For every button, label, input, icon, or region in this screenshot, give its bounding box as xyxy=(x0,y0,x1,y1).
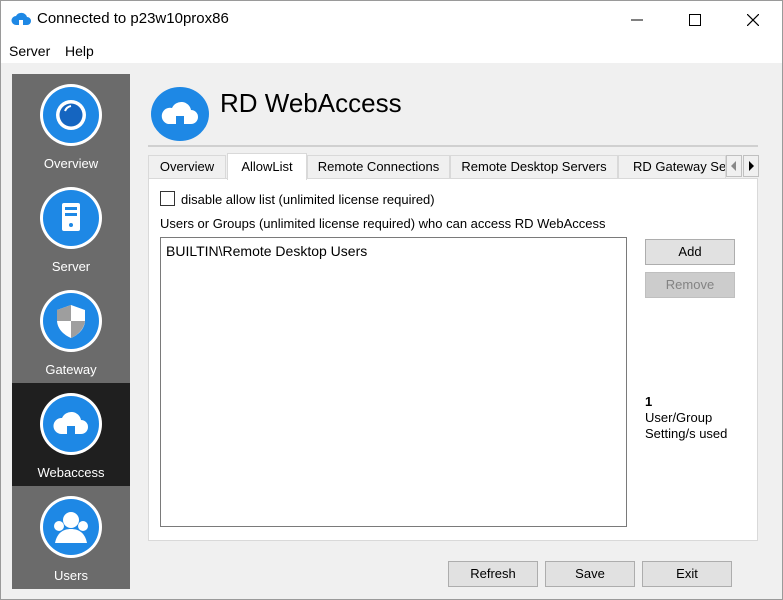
sidebar-icon-frame xyxy=(40,290,102,352)
sidebar-icon-bg xyxy=(43,293,99,349)
add-button[interactable]: Add xyxy=(645,239,735,265)
sidebar-icon-frame xyxy=(40,393,102,455)
cloud-icon xyxy=(151,87,209,141)
cloud-icon xyxy=(11,12,31,25)
chevron-right-icon xyxy=(749,161,754,171)
title-bar[interactable]: Connected to p23w10prox86 xyxy=(1,1,782,39)
minimize-button[interactable] xyxy=(609,1,665,39)
settings-count: 1 xyxy=(645,394,653,409)
sidebar-icon-bg xyxy=(43,499,99,555)
sidebar-icon-bg xyxy=(43,87,99,143)
sidebar-icon-bg xyxy=(43,396,99,452)
save-button[interactable]: Save xyxy=(545,561,635,587)
disable-allowlist-checkbox[interactable] xyxy=(160,191,175,206)
maximize-button[interactable] xyxy=(667,1,723,39)
tab-bar: Overview AllowList Remote Connections Re… xyxy=(148,153,759,180)
sidebar-icon-bg xyxy=(43,190,99,246)
remove-button[interactable]: Remove xyxy=(645,272,735,298)
disable-allowlist-label[interactable]: disable allow list (unlimited license re… xyxy=(181,192,435,207)
users-icon xyxy=(54,512,88,543)
close-button[interactable] xyxy=(725,1,781,39)
list-item[interactable]: BUILTIN\Remote Desktop Users xyxy=(166,243,367,259)
users-groups-list[interactable]: BUILTIN\Remote Desktop Users xyxy=(160,237,627,527)
sidebar-icon-frame xyxy=(40,496,102,558)
sidebar: Overview Server Gateway Webaccess Users xyxy=(12,74,130,589)
overview-icon xyxy=(56,100,86,130)
sidebar-item-label: Server xyxy=(51,259,91,274)
sidebar-item-gateway[interactable]: Gateway xyxy=(12,280,130,383)
menu-bar: Server Help xyxy=(1,39,782,63)
chevron-left-icon xyxy=(731,161,736,171)
server-icon xyxy=(62,203,80,231)
sidebar-icon-frame xyxy=(40,187,102,249)
exit-button[interactable]: Exit xyxy=(642,561,732,587)
settings-count-label: User/Group xyxy=(645,410,713,425)
sidebar-item-overview[interactable]: Overview xyxy=(12,74,130,177)
tab-remote-desktop-servers[interactable]: Remote Desktop Servers xyxy=(450,155,618,179)
sidebar-item-label: Overview xyxy=(43,156,99,171)
minimize-icon xyxy=(631,19,643,21)
sidebar-item-label: Users xyxy=(54,568,88,583)
menu-help[interactable]: Help xyxy=(65,43,94,59)
header-divider xyxy=(148,145,758,147)
tab-allowlist[interactable]: AllowList xyxy=(227,153,307,180)
close-icon xyxy=(747,14,759,26)
sidebar-item-users[interactable]: Users xyxy=(12,486,130,589)
sidebar-icon-frame xyxy=(40,84,102,146)
app-window: Connected to p23w10prox86 Server Help Ov… xyxy=(0,0,783,600)
window-title: Connected to p23w10prox86 xyxy=(37,10,229,27)
allowlist-panel: disable allow list (unlimited license re… xyxy=(148,178,758,541)
tab-remote-connections[interactable]: Remote Connections xyxy=(307,155,450,179)
sidebar-item-label: Gateway xyxy=(45,362,97,377)
tab-overview[interactable]: Overview xyxy=(148,155,226,179)
tab-scroll-right-button[interactable] xyxy=(743,155,759,177)
settings-count-sublabel: Setting/s used xyxy=(645,426,728,441)
page-title: RD WebAccess xyxy=(220,88,402,118)
tab-rd-gateway-servers[interactable]: RD Gateway Ser xyxy=(618,155,726,179)
users-groups-label: Users or Groups (unlimited license requi… xyxy=(160,216,606,231)
menu-server[interactable]: Server xyxy=(9,43,50,59)
cloud-icon xyxy=(53,411,88,434)
tab-scroll-left-button[interactable] xyxy=(726,155,742,177)
sidebar-item-label: Webaccess xyxy=(37,465,105,480)
shield-icon xyxy=(57,305,85,338)
refresh-button[interactable]: Refresh xyxy=(448,561,538,587)
sidebar-item-server[interactable]: Server xyxy=(12,177,130,280)
sidebar-item-webaccess[interactable]: Webaccess xyxy=(12,383,130,486)
maximize-icon xyxy=(689,14,701,26)
